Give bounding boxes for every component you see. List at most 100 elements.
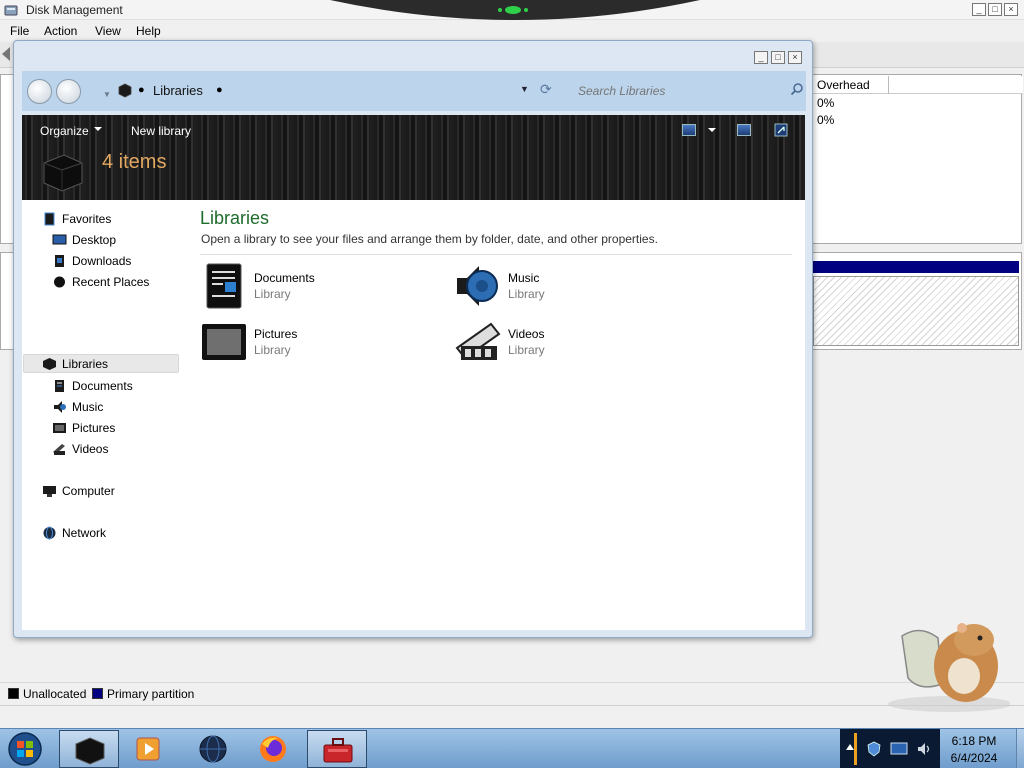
media-player-icon: [136, 737, 160, 761]
library-type: Library: [508, 287, 545, 301]
dm-close-button[interactable]: ×: [1004, 3, 1018, 16]
recent-pages-dropdown-icon[interactable]: ▼: [103, 90, 111, 99]
column-separator[interactable]: [888, 76, 889, 94]
libraries-icon: [43, 358, 56, 370]
dm-minimize-button[interactable]: _: [972, 3, 986, 16]
ex-maximize-button[interactable]: □: [771, 51, 785, 64]
firefox-icon: [260, 736, 286, 762]
library-tile-music[interactable]: Music Library: [455, 262, 695, 310]
globe-browser-icon: [199, 735, 227, 763]
back-arrow-icon[interactable]: [2, 47, 10, 61]
shield-icon[interactable]: [866, 741, 882, 757]
clock-date[interactable]: 6/4/2024: [940, 751, 1008, 765]
library-name: Music: [508, 271, 540, 285]
library-tile-documents[interactable]: Documents Library: [201, 262, 441, 310]
column-header-overhead[interactable]: Overhead: [817, 78, 870, 92]
new-library-button[interactable]: New library: [131, 124, 191, 138]
preview-pane-icon[interactable]: [737, 124, 751, 136]
toolbox-icon: [323, 738, 353, 763]
nav-label: Music: [72, 400, 104, 414]
libraries-large-icon: [43, 154, 83, 192]
partition-block[interactable]: [813, 276, 1019, 346]
nav-computer[interactable]: Computer: [42, 482, 198, 501]
dm-menubar: File Action View Help: [0, 21, 1024, 41]
libraries-icon: [118, 83, 132, 98]
search-icon[interactable]: [790, 82, 804, 96]
nav-label: Libraries: [62, 357, 109, 371]
legend-swatch-unallocated: [8, 688, 19, 699]
music-library-icon: [457, 266, 498, 306]
documents-library-icon: [206, 263, 242, 309]
search-input[interactable]: [570, 80, 804, 102]
recent-places-icon: [54, 276, 65, 288]
menu-view[interactable]: View: [95, 24, 121, 38]
taskbar-firefox-button[interactable]: [244, 730, 304, 768]
volume-icon[interactable]: [916, 741, 932, 757]
content-pane: Libraries Open a library to see your fil…: [184, 200, 805, 630]
change-view-icon[interactable]: [682, 124, 696, 136]
organize-button[interactable]: Organize: [40, 124, 89, 138]
library-name: Videos: [508, 327, 545, 341]
legend-label-primary: Primary partition: [107, 687, 195, 701]
forward-button[interactable]: [56, 79, 81, 104]
dm-maximize-button[interactable]: □: [988, 3, 1002, 16]
help-icon[interactable]: [774, 123, 788, 137]
nav-label: Desktop: [72, 233, 117, 247]
library-type: Library: [508, 343, 545, 357]
clock-time[interactable]: 6:18 PM: [940, 734, 1008, 748]
library-type: Library: [254, 287, 291, 301]
pictures-library-icon: [202, 324, 246, 360]
breadcrumb-separator-icon[interactable]: ●: [138, 84, 145, 96]
library-name: Pictures: [254, 327, 298, 341]
view-options-caret-icon[interactable]: [708, 128, 716, 132]
content-subtitle: Open a library to see your files and arr…: [201, 232, 658, 246]
item-count: 4 items: [102, 151, 167, 173]
documents-icon: [55, 380, 64, 392]
downloads-icon: [55, 255, 64, 267]
nav-label: Network: [62, 526, 107, 540]
navigation-pane: Favorites Desktop Downloads Recent Place…: [22, 200, 184, 630]
network-globe-icon: [43, 526, 56, 540]
show-hidden-icons-icon[interactable]: [846, 744, 854, 750]
network-monitor-icon[interactable]: [890, 741, 908, 757]
command-bar: Organize New library 4 items: [22, 115, 805, 200]
legend-label-unallocated: Unallocated: [23, 687, 87, 701]
primary-partition-bar[interactable]: [813, 261, 1019, 273]
menu-file[interactable]: File: [10, 24, 29, 38]
menu-action[interactable]: Action: [44, 24, 77, 38]
library-name: Documents: [254, 271, 315, 285]
menu-help[interactable]: Help: [136, 24, 161, 38]
refresh-icon[interactable]: ⟳: [540, 81, 552, 98]
start-orb-icon[interactable]: [6, 731, 44, 767]
nav-network[interactable]: Network: [42, 524, 198, 543]
nav-label: Recent Places: [72, 275, 150, 289]
library-tile-videos[interactable]: Videos Library: [455, 318, 695, 366]
taskbar-explorer-button[interactable]: [59, 730, 119, 768]
show-desktop-button[interactable]: [1016, 729, 1024, 768]
content-divider: [200, 254, 792, 255]
nav-label: Pictures: [72, 421, 116, 435]
organize-caret-icon[interactable]: [94, 127, 102, 131]
library-tile-pictures[interactable]: Pictures Library: [201, 318, 441, 366]
explorer-icon: [75, 737, 105, 765]
nav-label: Downloads: [72, 254, 132, 268]
videos-icon: [53, 444, 65, 455]
ex-minimize-button[interactable]: _: [754, 51, 768, 64]
back-button[interactable]: [27, 79, 52, 104]
overhead-cell: 0%: [817, 96, 835, 110]
nav-libraries[interactable]: Libraries: [23, 354, 179, 373]
nav-label: Favorites: [62, 212, 112, 226]
breadcrumb-separator-icon[interactable]: ●: [216, 84, 223, 96]
videos-library-icon: [455, 322, 501, 360]
ex-close-button[interactable]: ×: [788, 51, 802, 64]
taskbar-toolbox-button[interactable]: [307, 730, 367, 768]
breadcrumb-libraries[interactable]: Libraries: [153, 83, 203, 98]
star-icon: [44, 212, 55, 226]
content-title: Libraries: [200, 208, 270, 228]
taskbar-media-player-button[interactable]: [120, 730, 180, 768]
system-tray: [840, 729, 940, 768]
nav-favorites[interactable]: Favorites: [42, 210, 198, 229]
taskbar-globe-button[interactable]: [184, 730, 244, 768]
explorer-window: _ □ × ▼ ● Libraries ● ▼ ⟳ Organize New l…: [13, 40, 813, 638]
address-dropdown-icon[interactable]: ▼: [520, 84, 529, 94]
